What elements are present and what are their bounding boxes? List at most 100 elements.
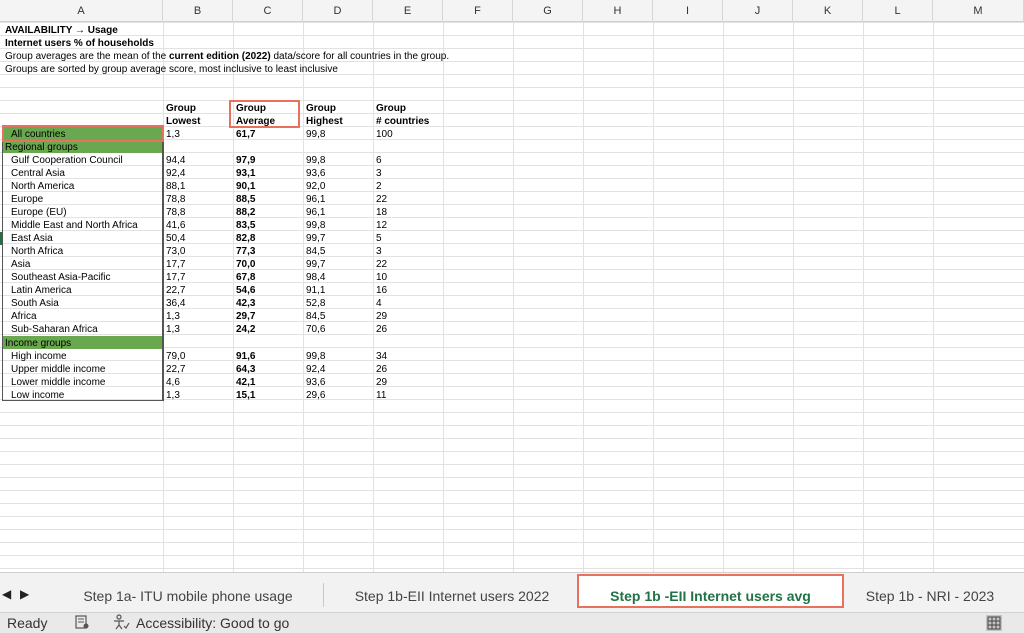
income-row-highest[interactable]: 29,6 (306, 389, 325, 402)
regional-row-highest[interactable]: 93,6 (306, 167, 325, 180)
regional-row-average[interactable]: 67,8 (236, 271, 255, 284)
regional-row-count[interactable]: 22 (376, 258, 387, 271)
tab-step-1b-eii-2022[interactable]: Step 1b-EII Internet users 2022 (330, 573, 574, 613)
column-header-f[interactable]: F (443, 0, 513, 22)
regional-row-highest[interactable]: 70,6 (306, 323, 325, 336)
regional-row-lowest[interactable]: 73,0 (166, 245, 185, 258)
income-row-average[interactable]: 91,6 (236, 350, 255, 363)
regional-row-lowest[interactable]: 1,3 (166, 310, 180, 323)
regional-row-lowest[interactable]: 78,8 (166, 206, 185, 219)
tab-step-1b-eii-avg[interactable]: Step 1b -EII Internet users avg (577, 574, 844, 608)
tab-scroll-right-icon[interactable]: ▶ (20, 587, 29, 601)
regional-row-average[interactable]: 88,2 (236, 206, 255, 219)
column-header-g[interactable]: G (513, 0, 583, 22)
regional-row-count[interactable]: 22 (376, 193, 387, 206)
column-header-e[interactable]: E (373, 0, 443, 22)
regional-row-lowest[interactable]: 22,7 (166, 284, 185, 297)
regional-row-lowest[interactable]: 94,4 (166, 154, 185, 167)
regional-row-average[interactable]: 70,0 (236, 258, 255, 271)
regional-row-lowest[interactable]: 36,4 (166, 297, 185, 310)
spreadsheet-grid[interactable]: AVAILABILITY → Usage Internet users % of… (0, 22, 1024, 572)
regional-row-count[interactable]: 3 (376, 167, 382, 180)
regional-row-highest[interactable]: 96,1 (306, 206, 325, 219)
income-row-highest[interactable]: 92,4 (306, 363, 325, 376)
regional-row-count[interactable]: 16 (376, 284, 387, 297)
income-row-average[interactable]: 42,1 (236, 376, 255, 389)
regional-row-count[interactable]: 4 (376, 297, 382, 310)
tab-step-1a-itu[interactable]: Step 1a- ITU mobile phone usage (60, 573, 316, 613)
accessibility-icon[interactable] (112, 614, 130, 633)
regional-row-highest[interactable]: 84,5 (306, 310, 325, 323)
accessibility-status[interactable]: Accessibility: Good to go (136, 615, 289, 631)
regional-row-average[interactable]: 90,1 (236, 180, 255, 193)
column-header-j[interactable]: J (723, 0, 793, 22)
regional-row-highest[interactable]: 99,7 (306, 232, 325, 245)
income-row-lowest[interactable]: 79,0 (166, 350, 185, 363)
regional-row-average[interactable]: 82,8 (236, 232, 255, 245)
column-header-d[interactable]: D (303, 0, 373, 22)
regional-row-average[interactable]: 93,1 (236, 167, 255, 180)
regional-row-highest[interactable]: 84,5 (306, 245, 325, 258)
regional-row-average[interactable]: 42,3 (236, 297, 255, 310)
regional-row-highest[interactable]: 98,4 (306, 271, 325, 284)
regional-row-lowest[interactable]: 41,6 (166, 219, 185, 232)
tab-scroll-left-icon[interactable]: ◀ (2, 587, 11, 601)
regional-row-count[interactable]: 2 (376, 180, 382, 193)
column-header-i[interactable]: I (653, 0, 723, 22)
income-row-count[interactable]: 26 (376, 363, 387, 376)
regional-row-average[interactable]: 97,9 (236, 154, 255, 167)
income-row-count[interactable]: 34 (376, 350, 387, 363)
all-countries-lowest[interactable]: 1,3 (166, 128, 180, 141)
regional-row-lowest[interactable]: 50,4 (166, 232, 185, 245)
regional-row-lowest[interactable]: 17,7 (166, 258, 185, 271)
regional-row-count[interactable]: 18 (376, 206, 387, 219)
regional-row-highest[interactable]: 92,0 (306, 180, 325, 193)
column-header-b[interactable]: B (163, 0, 233, 22)
regional-row-average[interactable]: 54,6 (236, 284, 255, 297)
regional-row-lowest[interactable]: 88,1 (166, 180, 185, 193)
regional-row-count[interactable]: 6 (376, 154, 382, 167)
regional-row-average[interactable]: 24,2 (236, 323, 255, 336)
regional-row-lowest[interactable]: 17,7 (166, 271, 185, 284)
regional-row-highest[interactable]: 96,1 (306, 193, 325, 206)
income-row-highest[interactable]: 93,6 (306, 376, 325, 389)
column-header-m[interactable]: M (933, 0, 1024, 22)
column-header-l[interactable]: L (863, 0, 933, 22)
macro-recording-icon[interactable] (74, 614, 90, 633)
income-row-lowest[interactable]: 4,6 (166, 376, 180, 389)
column-header-a[interactable]: A (0, 0, 163, 22)
regional-row-average[interactable]: 29,7 (236, 310, 255, 323)
regional-row-highest[interactable]: 99,8 (306, 154, 325, 167)
normal-view-icon[interactable] (986, 615, 1002, 631)
regional-row-highest[interactable]: 99,7 (306, 258, 325, 271)
income-row-average[interactable]: 64,3 (236, 363, 255, 376)
regional-row-lowest[interactable]: 1,3 (166, 323, 180, 336)
all-countries-average[interactable]: 61,7 (236, 128, 255, 141)
regional-row-count[interactable]: 3 (376, 245, 382, 258)
regional-row-count[interactable]: 10 (376, 271, 387, 284)
income-row-lowest[interactable]: 1,3 (166, 389, 180, 402)
income-row-lowest[interactable]: 22,7 (166, 363, 185, 376)
regional-row-count[interactable]: 26 (376, 323, 387, 336)
income-row-average[interactable]: 15,1 (236, 389, 255, 402)
income-row-count[interactable]: 29 (376, 376, 387, 389)
regional-row-highest[interactable]: 91,1 (306, 284, 325, 297)
regional-row-count[interactable]: 5 (376, 232, 382, 245)
regional-row-lowest[interactable]: 92,4 (166, 167, 185, 180)
all-countries-count[interactable]: 100 (376, 128, 393, 141)
regional-row-highest[interactable]: 52,8 (306, 297, 325, 310)
income-row-count[interactable]: 11 (376, 389, 386, 402)
regional-row-average[interactable]: 83,5 (236, 219, 255, 232)
regional-row-average[interactable]: 77,3 (236, 245, 255, 258)
regional-row-count[interactable]: 12 (376, 219, 387, 232)
regional-row-average[interactable]: 88,5 (236, 193, 255, 206)
regional-row-lowest[interactable]: 78,8 (166, 193, 185, 206)
regional-row-count[interactable]: 29 (376, 310, 387, 323)
regional-row-highest[interactable]: 99,8 (306, 219, 325, 232)
all-countries-highest[interactable]: 99,8 (306, 128, 325, 141)
income-row-highest[interactable]: 99,8 (306, 350, 325, 363)
column-header-c[interactable]: C (233, 0, 303, 22)
tab-step-1b-nri-2023[interactable]: Step 1b - NRI - 2023 (850, 573, 1010, 613)
column-header-h[interactable]: H (583, 0, 653, 22)
column-header-k[interactable]: K (793, 0, 863, 22)
